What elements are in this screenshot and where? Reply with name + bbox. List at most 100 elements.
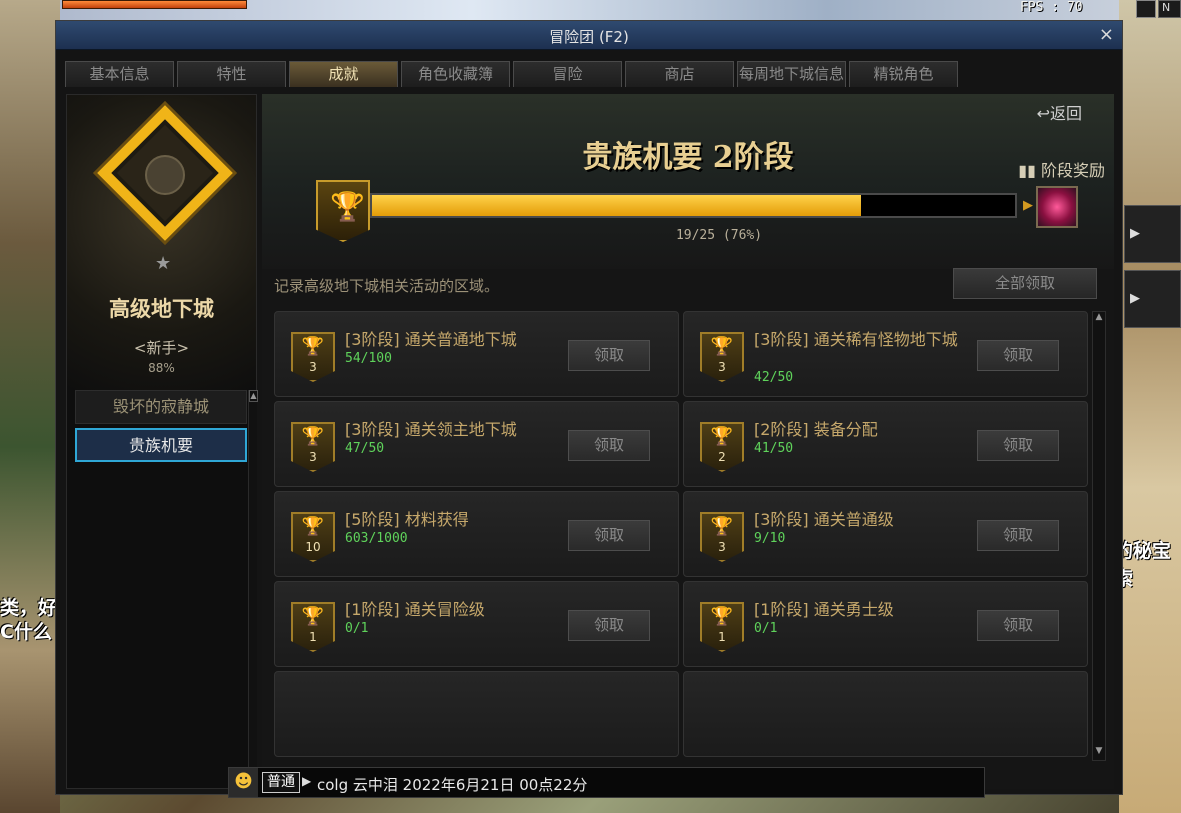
close-button[interactable]: × [1099,24,1114,45]
claim-button[interactable]: 领取 [977,430,1059,461]
game-world-right [1119,0,1181,813]
claim-button[interactable]: 领取 [977,610,1059,641]
claim-button[interactable]: 领取 [568,610,650,641]
chat-bar: ☻ 普通 ▶ colg 云中泪 2022年6月21日 00点22分 [228,767,985,798]
stage-reward-label[interactable]: ▮▮ 阶段奖励 [1018,157,1105,181]
side-quest-panel[interactable]: ▶ [1124,205,1181,263]
achievement-progress: 41/50 [754,441,794,456]
subcategory-item-selected[interactable]: 贵族机要 [75,428,247,462]
achievement-progress: 54/100 [345,351,392,366]
achievement-grid: 🏆 3 [3阶段] 通关普通地下城 54/100 领取 🏆 3 [3阶段] 通关稀有怪物地下城… [274,311,1089,761]
achievement-tier: 2 [718,450,726,464]
tab-elite-characters[interactable]: 精锐角色 [849,61,958,87]
trophy-icon: 🏆 [301,426,325,447]
world-chat-line: 类，好 [0,597,58,619]
tab-traits[interactable]: 特性 [177,61,286,87]
achievement-title: [3阶段] 通关领主地下城 [345,420,517,439]
achievement-progress: 42/50 [754,370,794,385]
trophy-icon: 🏆 [330,190,365,223]
achievement-progress: 47/50 [345,441,385,456]
reward-gem-icon[interactable] [1036,186,1078,228]
tab-adventure[interactable]: 冒险 [513,61,622,87]
claim-button[interactable]: 领取 [977,340,1059,371]
scroll-down-icon[interactable]: ▼ [1093,746,1105,760]
achievement-badge: 🏆 3 [291,332,335,382]
achievement-badge: 🏆 3 [700,332,744,382]
subcategory-item[interactable]: 毁坏的寂静城 [75,390,247,424]
trophy-icon: 🏆 [710,516,734,537]
achievement-progress: 9/10 [754,531,786,546]
trophy-icon: 🏆 [710,426,734,447]
emote-icon[interactable]: ☻ [229,768,258,797]
claim-button[interactable]: 领取 [568,520,650,551]
hp-bar [62,0,247,9]
back-button[interactable]: ↩返回 [1037,100,1082,124]
achievement-title: [3阶段] 通关普通地下城 [345,330,517,349]
achievement-badge: 🏆 2 [700,422,744,472]
trophy-icon: 🏆 [301,336,325,357]
category-percent: 88% [148,361,175,375]
achievement-badge: 🏆 3 [291,422,335,472]
achievement-tier: 10 [305,540,321,554]
empty-achievement-slot [683,671,1088,757]
game-world-left [0,0,60,813]
achievement-card: 🏆 3 [3阶段] 通关普通地下城 54/100 领取 [274,311,679,397]
world-chat-left: 类，好 C什么 [0,596,57,644]
minimap-toggle-button[interactable] [1136,0,1156,18]
adventure-team-window: 冒险团 (F2) × 基本信息 特性 成就 角色收藏簿 冒险 商店 每周地下城信… [55,20,1123,795]
category-emblem-area: ★ 高级地下城 <新手> 88% [67,95,256,390]
claim-button[interactable]: 领取 [977,520,1059,551]
tab-weekly-dungeon[interactable]: 每周地下城信息 [737,61,846,87]
achievement-title: [3阶段] 通关普通级 [754,510,894,529]
claim-button[interactable]: 领取 [568,340,650,371]
scroll-up-icon[interactable]: ▲ [1093,312,1105,326]
achievement-tier: 1 [718,630,726,644]
tab-bar: 基本信息 特性 成就 角色收藏簿 冒险 商店 每周地下城信息 精锐角色 [65,61,958,87]
stage-progress-fill [372,195,861,216]
side-notice-panel[interactable]: ▶ [1124,270,1181,328]
arrow-right-icon: ▶ [1023,198,1033,213]
achievement-tier: 3 [718,360,726,374]
empty-achievement-slot [274,671,679,757]
achievement-badge: 🏆 1 [700,602,744,652]
trophy-icon: 🏆 [710,606,734,627]
trophy-icon: 🏆 [301,606,325,627]
expand-arrow-icon: ▶ [1130,226,1140,241]
world-chat-line: C什么 [0,621,52,643]
tab-achievements[interactable]: 成就 [289,61,398,87]
fps-counter: FPS : 70 [1020,0,1083,15]
window-titlebar[interactable]: 冒险团 (F2) × [56,21,1122,50]
achievement-tier: 3 [718,540,726,554]
category-sidebar: ★ 高级地下城 <新手> 88% 毁坏的寂静城 贵族机要 ▲ [66,94,258,789]
achievement-title: [3阶段] 通关稀有怪物地下城 [754,330,958,349]
stage-progress-text: 19/25 (76%) [675,228,763,243]
achievement-badge: 🏆 3 [700,512,744,562]
tab-basic-info[interactable]: 基本信息 [65,61,174,87]
achievement-tier: 3 [309,450,317,464]
achievement-badge: 🏆 1 [291,602,335,652]
achievement-title: [1阶段] 通关冒险级 [345,600,485,619]
category-description: 记录高级地下城相关活动的区域。 [274,277,500,295]
emblem-crest-icon [145,155,185,195]
chat-message: colg 云中泪 2022年6月21日 00点22分 [317,776,588,794]
achievement-scrollbar[interactable]: ▲ ▼ [1092,311,1106,761]
achievement-content: ↩返回 贵族机要 2阶段 ▮▮ 阶段奖励 🏆 ▶ 19/25 (76%) 记录高… [262,94,1114,789]
subcategory-scrollbar[interactable]: ▲ [248,390,258,785]
subcategory-list: 毁坏的寂静城 贵族机要 [75,390,247,466]
chat-channel-button[interactable]: 普通 [262,772,300,793]
achievement-title: [1阶段] 通关勇士级 [754,600,894,619]
tab-shop[interactable]: 商店 [625,61,734,87]
claim-all-button[interactable]: 全部领取 [953,268,1097,299]
trophy-icon: 🏆 [301,516,325,537]
achievement-progress: 0/1 [754,621,778,636]
achievement-badge: 🏆 10 [291,512,335,562]
stage-title: 贵族机要 2阶段 [582,140,794,175]
minimap-mode-button[interactable]: N [1158,0,1181,18]
tab-character-collection[interactable]: 角色收藏簿 [401,61,510,87]
trophy-icon: 🏆 [710,336,734,357]
achievement-card: 🏆 10 [5阶段] 材料获得 603/1000 领取 [274,491,679,577]
achievement-card: 🏆 3 [3阶段] 通关稀有怪物地下城 42/50 领取 [683,311,1088,397]
scroll-up-icon[interactable]: ▲ [249,390,258,402]
claim-button[interactable]: 领取 [568,430,650,461]
achievement-card: 🏆 1 [1阶段] 通关勇士级 0/1 领取 [683,581,1088,667]
